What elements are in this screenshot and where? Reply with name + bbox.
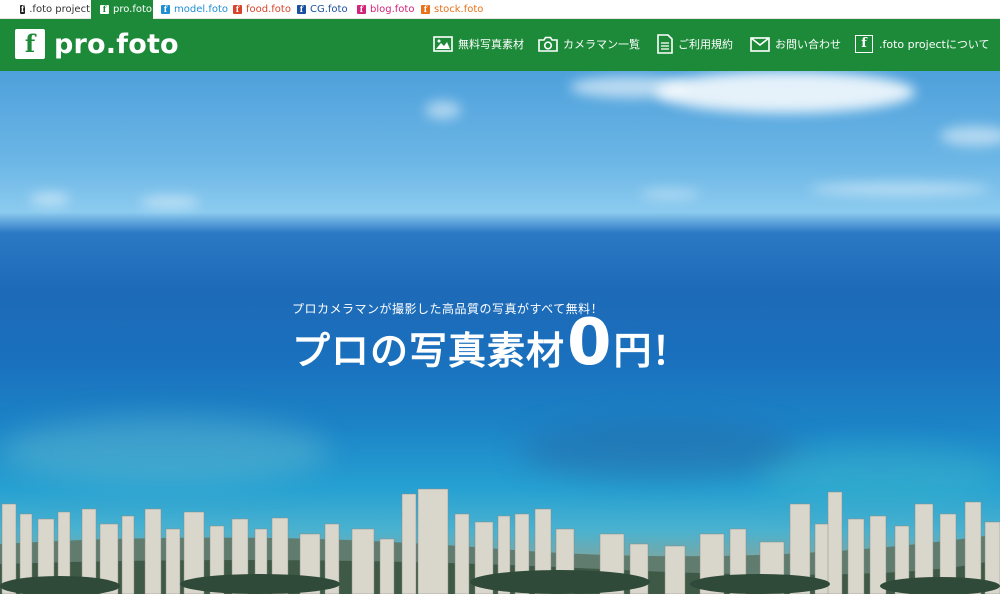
nav-free-photos[interactable]: 無料写真素材 bbox=[433, 33, 524, 55]
nav-about-foto-project[interactable]: f .foto projectについて bbox=[855, 33, 990, 55]
city-skyline bbox=[0, 488, 1000, 594]
hero-title-yen: 円！ bbox=[613, 329, 690, 373]
site-tab-stock-foto[interactable]: f stock.foto bbox=[421, 0, 483, 19]
site-tab-pro-foto[interactable]: f pro.foto bbox=[91, 0, 153, 19]
site-tab-label: .foto project bbox=[29, 4, 90, 15]
site-tab-label: blog.foto bbox=[370, 4, 415, 15]
site-tab-label: stock.foto bbox=[434, 4, 484, 15]
site-tab-bar: f .foto project f pro.foto f model.foto … bbox=[0, 0, 1000, 19]
cloud bbox=[425, 101, 461, 119]
cloud bbox=[655, 71, 915, 113]
nav-contact[interactable]: お問い合わせ bbox=[750, 33, 841, 55]
hero-title: プロの写真素材 0 円！ bbox=[292, 311, 690, 375]
foto-tab-icon: f bbox=[233, 5, 242, 14]
cloud bbox=[570, 76, 690, 98]
nav-label: .foto projectについて bbox=[879, 38, 990, 51]
camera-icon bbox=[538, 36, 558, 52]
foto-tab-icon: f bbox=[100, 5, 109, 14]
site-tab-label: pro.foto bbox=[113, 4, 153, 15]
site-tab-model-foto[interactable]: f model.foto bbox=[161, 0, 228, 19]
nav-label: 無料写真素材 bbox=[458, 38, 524, 51]
nav-photographers[interactable]: カメラマン一覧 bbox=[538, 33, 640, 55]
nav-label: カメラマン一覧 bbox=[563, 38, 640, 51]
cloud bbox=[940, 126, 1000, 146]
logo-text: pro.foto bbox=[54, 28, 179, 60]
nav-label: お問い合わせ bbox=[775, 38, 841, 51]
site-tab-label: CG.foto bbox=[310, 4, 348, 15]
nav-label: ご利用規約 bbox=[678, 38, 733, 51]
site-header: f pro.foto 無料写真素材 カメラマン一覧 ご利用規約 お問い合わせ f… bbox=[0, 19, 1000, 71]
document-icon bbox=[657, 34, 673, 54]
site-tab-label: food.foto bbox=[246, 4, 291, 15]
pro-foto-logo[interactable]: f pro.foto bbox=[15, 28, 179, 60]
site-tab-foto-project[interactable]: f .foto project bbox=[20, 0, 90, 19]
site-tab-label: model.foto bbox=[174, 4, 228, 15]
hero-image: プロカメラマンが撮影した高品質の写真がすべて無料！ プロの写真素材 0 円！ bbox=[0, 71, 1000, 594]
hero-title-text: プロの写真素材 bbox=[292, 329, 566, 373]
foto-tab-icon: f bbox=[357, 5, 366, 14]
site-tab-blog-foto[interactable]: f blog.foto bbox=[357, 0, 414, 19]
foto-tab-icon: f bbox=[20, 4, 26, 14]
reef-area bbox=[520, 421, 800, 481]
site-tab-cg-foto[interactable]: f CG.foto bbox=[297, 0, 348, 19]
foto-tab-icon: f bbox=[161, 5, 170, 14]
hero-title-zero: 0 bbox=[567, 306, 612, 380]
cloud bbox=[30, 193, 70, 205]
foto-tab-icon: f bbox=[297, 5, 306, 14]
cloud bbox=[810, 183, 990, 195]
page-bottom bbox=[0, 594, 1000, 600]
logo-mark: f bbox=[15, 29, 45, 59]
photo-icon bbox=[433, 36, 453, 52]
site-tab-food-foto[interactable]: f food.foto bbox=[233, 0, 291, 19]
foto-tab-icon: f bbox=[421, 5, 430, 14]
cloud bbox=[140, 196, 200, 208]
nav-terms[interactable]: ご利用規約 bbox=[657, 33, 733, 55]
cloud bbox=[640, 189, 700, 199]
mail-icon bbox=[750, 36, 770, 52]
foto-logo-icon: f bbox=[855, 35, 873, 53]
